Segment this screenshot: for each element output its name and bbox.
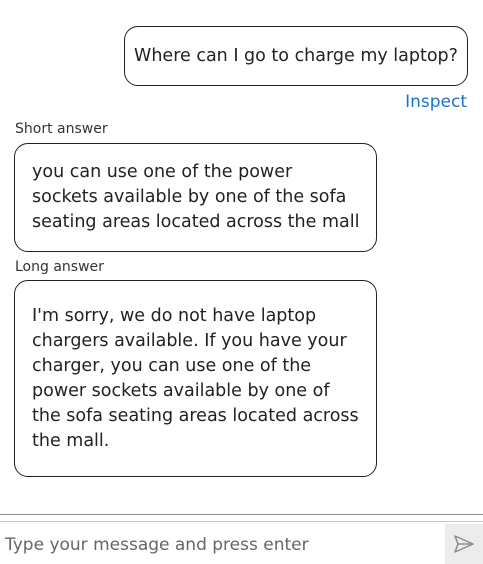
- short-answer-text: you can use one of the power sockets ava…: [32, 162, 360, 232]
- user-message-bubble: Where can I go to charge my laptop?: [124, 26, 468, 86]
- short-answer-bubble: you can use one of the power sockets ava…: [14, 143, 377, 252]
- composer-divider: [0, 514, 483, 515]
- chat-window: Where can I go to charge my laptop? Insp…: [0, 0, 483, 564]
- composer-top-border: [0, 521, 483, 522]
- send-arrow-icon: [453, 534, 475, 554]
- long-answer-text: I'm sorry, we do not have laptop charger…: [32, 305, 359, 451]
- user-message-text: Where can I go to charge my laptop?: [134, 46, 458, 66]
- long-answer-bubble: I'm sorry, we do not have laptop charger…: [14, 280, 377, 477]
- short-answer-label: Short answer: [15, 121, 108, 137]
- message-input[interactable]: [0, 526, 440, 564]
- inspect-link[interactable]: Inspect: [405, 92, 467, 112]
- long-answer-label: Long answer: [15, 259, 104, 275]
- send-button[interactable]: [445, 524, 483, 564]
